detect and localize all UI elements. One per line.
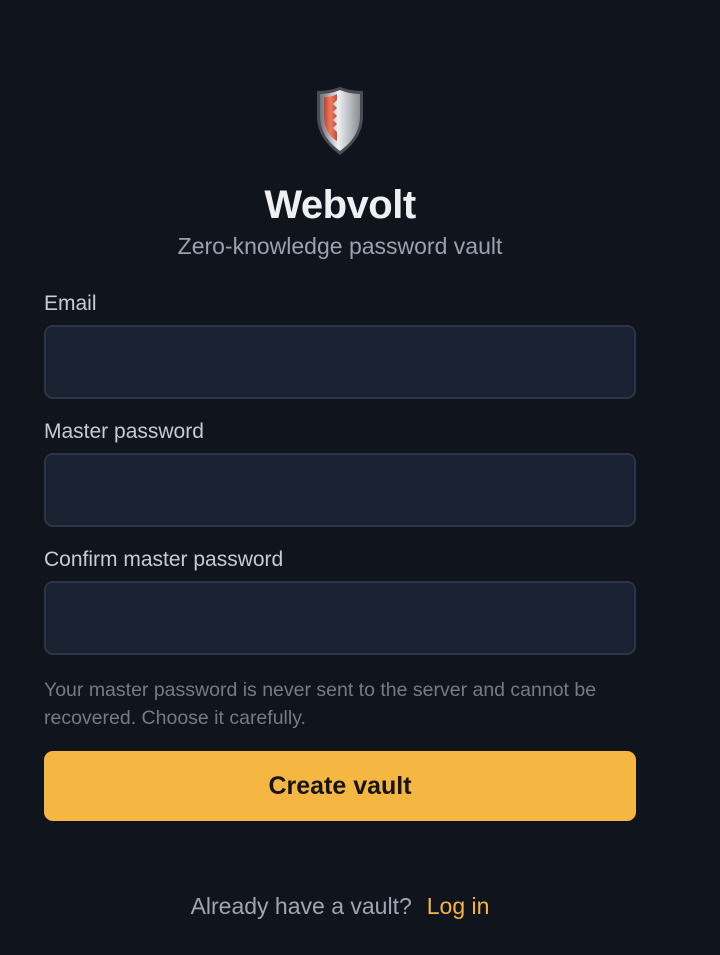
app-subtitle: Zero-knowledge password vault <box>177 233 503 259</box>
email-field[interactable] <box>44 325 636 399</box>
login-prompt-text: Already have a vault? <box>190 893 412 919</box>
login-link[interactable]: Log in <box>427 893 490 919</box>
email-label: Email <box>44 292 97 315</box>
password-hint: Your master password is never sent to th… <box>44 679 597 729</box>
confirm-password-field[interactable] <box>44 581 636 655</box>
master-password-field[interactable] <box>44 453 636 527</box>
login-prompt: Already have a vault? Log in <box>0 890 680 922</box>
create-vault-button[interactable]: Create vault <box>44 751 636 821</box>
signup-page: Webvolt Zero-knowledge password vault Em… <box>0 0 720 955</box>
master-password-label: Master password <box>44 420 204 443</box>
shield-icon <box>317 87 363 155</box>
app-title: Webvolt <box>264 183 416 227</box>
confirm-password-label: Confirm master password <box>44 548 284 571</box>
